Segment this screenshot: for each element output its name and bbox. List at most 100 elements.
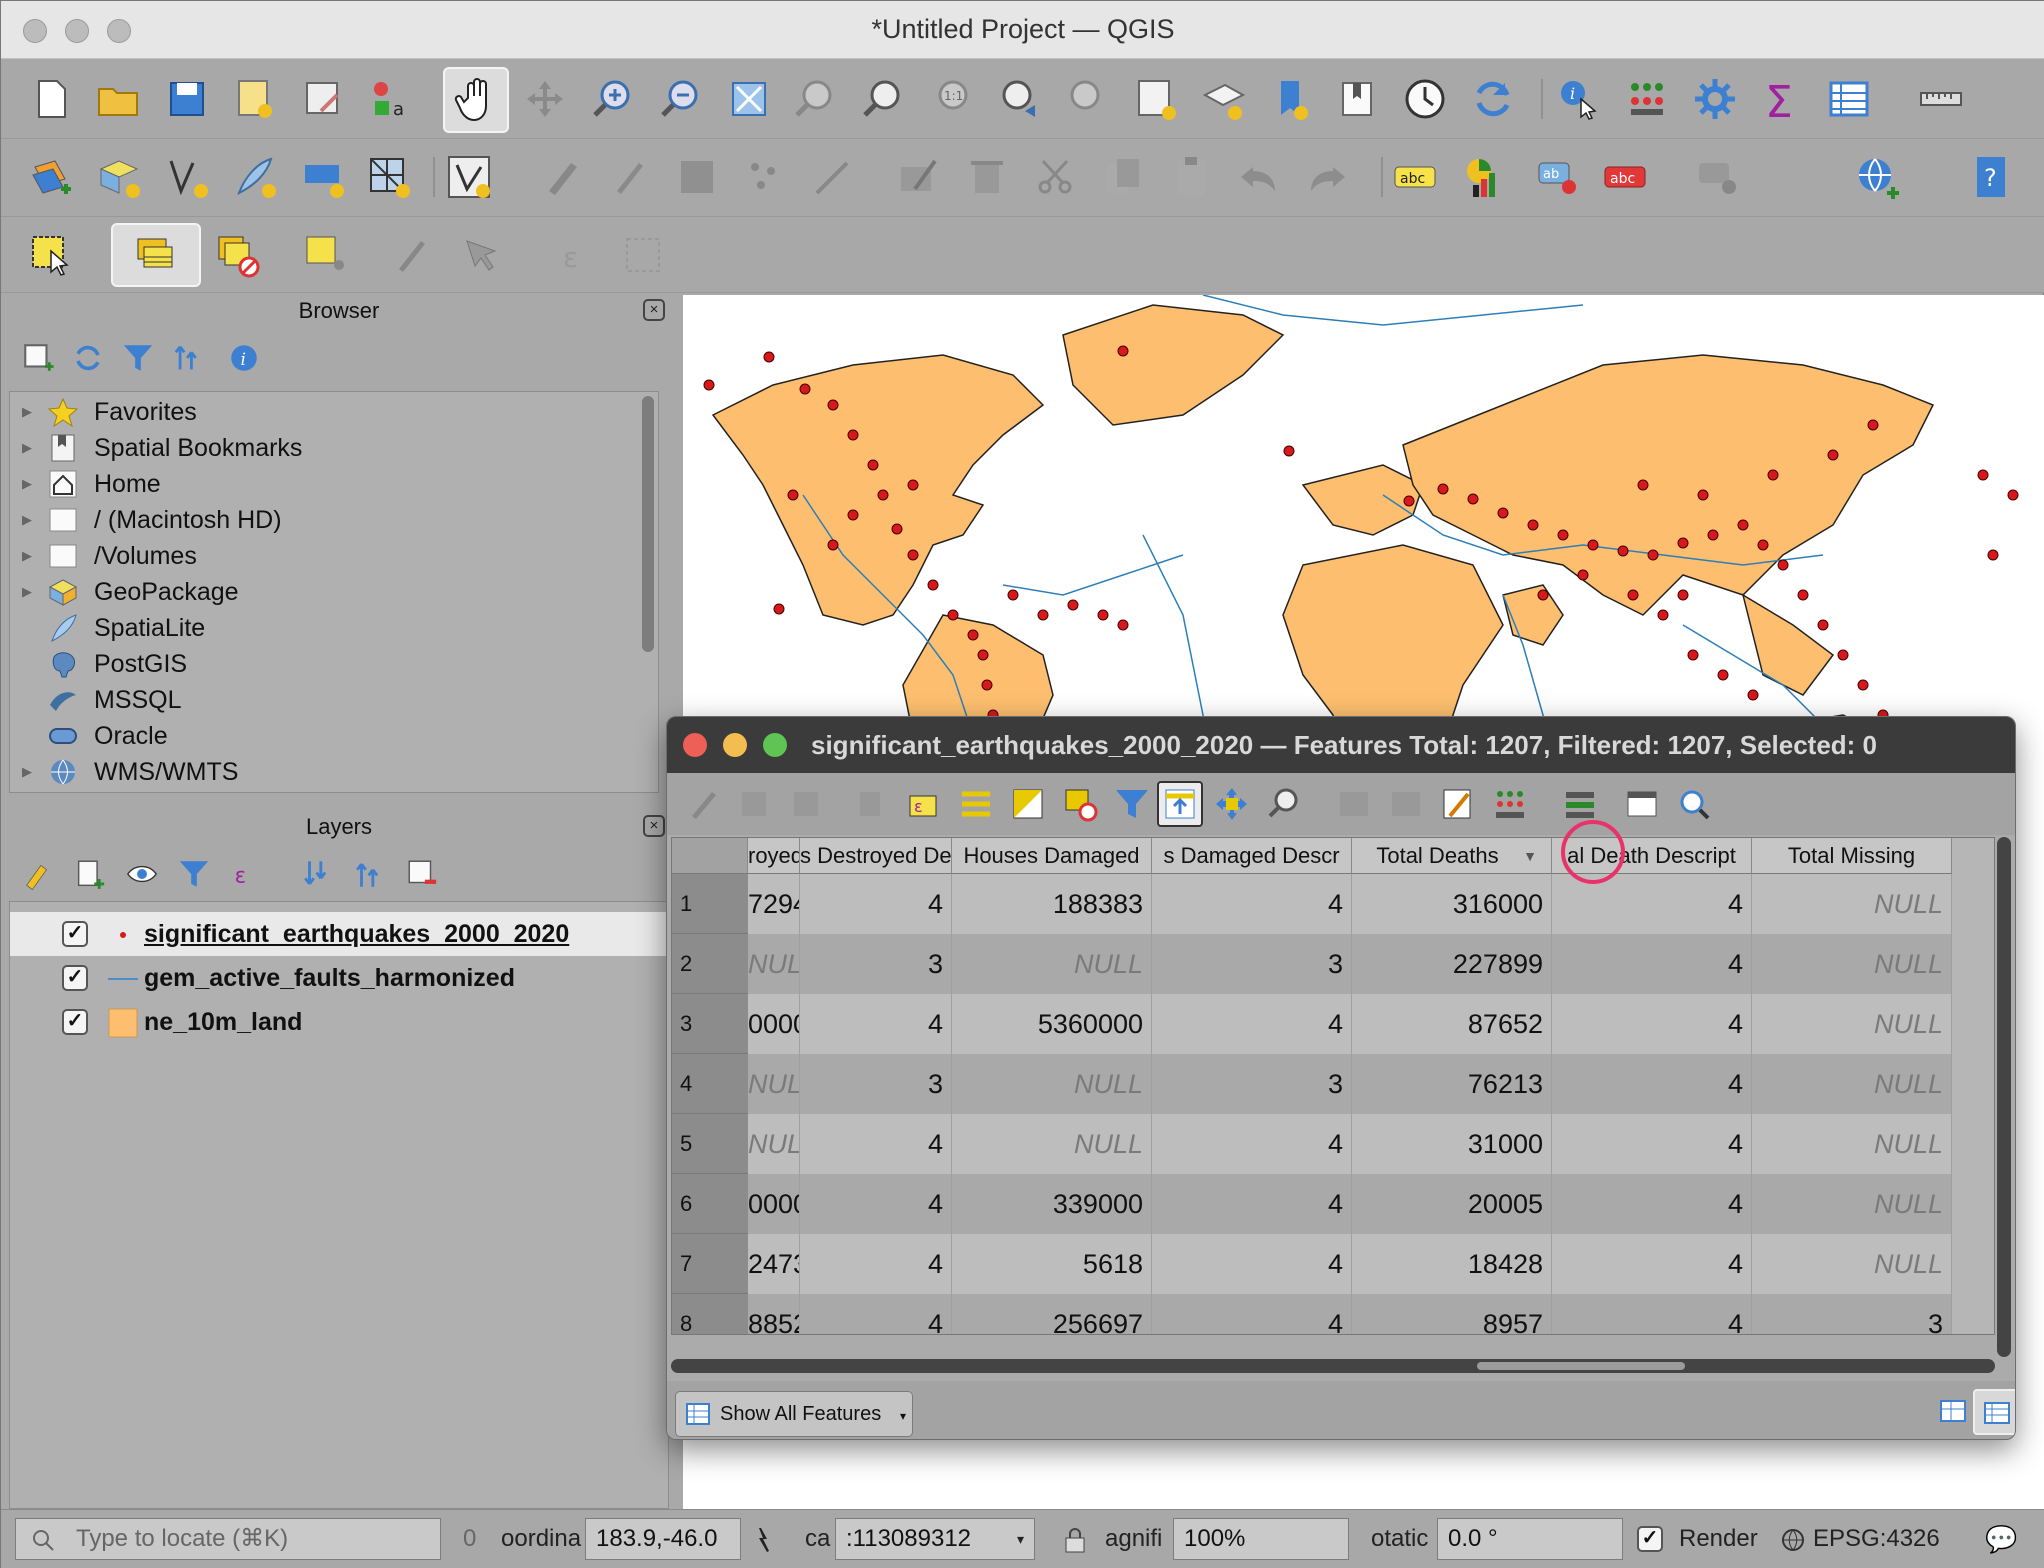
- table-cell[interactable]: 4: [800, 874, 952, 934]
- browser-panel-close-button[interactable]: ×: [643, 299, 665, 321]
- corner-header[interactable]: [672, 838, 748, 874]
- locator-search-input[interactable]: Type to locate (⌘K): [15, 1518, 441, 1560]
- row-number[interactable]: 2: [672, 934, 748, 994]
- expand-arrow-icon[interactable]: ▶: [22, 538, 32, 574]
- expand-arrow-icon[interactable]: ▶: [22, 502, 32, 538]
- digitize-tools-icon[interactable]: [805, 149, 861, 205]
- metasearch-globe-icon[interactable]: [1849, 149, 1905, 205]
- browser-item-postgis[interactable]: PostGIS: [10, 646, 650, 682]
- table-cell[interactable]: 8852: [748, 1294, 800, 1334]
- refresh-browser-icon[interactable]: [71, 341, 105, 375]
- temporal-controller-icon[interactable]: [1397, 71, 1453, 127]
- attribute-zoom-button[interactable]: [763, 733, 787, 757]
- zoom-last-icon[interactable]: [991, 71, 1047, 127]
- remove-layer-icon[interactable]: [405, 857, 439, 891]
- table-cell[interactable]: NULL: [748, 934, 800, 994]
- zoom-full-icon[interactable]: [721, 71, 777, 127]
- layer-row-significant-earthquakes[interactable]: ✓ significant_earthquakes_2000_2020: [10, 912, 666, 956]
- table-cell[interactable]: NULL: [1752, 1174, 1952, 1234]
- layer-visibility-checkbox[interactable]: ✓: [62, 1009, 88, 1035]
- table-cell[interactable]: 2473: [748, 1234, 800, 1294]
- add-point-feature-icon[interactable]: [737, 149, 793, 205]
- table-cell[interactable]: 4: [1552, 934, 1752, 994]
- add-selected-layers-icon[interactable]: [21, 341, 55, 375]
- layer-visibility-checkbox[interactable]: ✓: [62, 965, 88, 991]
- column-header[interactable]: s Damaged Descr: [1152, 838, 1352, 874]
- zoom-to-selection-icon[interactable]: [787, 71, 843, 127]
- browser-item-macintosh-hd[interactable]: ▶ / (Macintosh HD): [10, 502, 650, 538]
- column-header-total-deaths[interactable]: Total Deaths ▼: [1352, 838, 1552, 874]
- table-cell[interactable]: 76213: [1352, 1054, 1552, 1114]
- row-number[interactable]: 7: [672, 1234, 748, 1294]
- statistical-summary-icon[interactable]: Σ: [1753, 71, 1809, 127]
- table-cell[interactable]: 4: [1152, 1114, 1352, 1174]
- table-cell[interactable]: 4: [1152, 994, 1352, 1054]
- settings-gear-icon[interactable]: [1687, 71, 1743, 127]
- pan-to-selection-icon[interactable]: [517, 71, 573, 127]
- table-cell[interactable]: 4: [800, 1234, 952, 1294]
- measure-line-icon[interactable]: [1913, 71, 1969, 127]
- new-map-view-icon[interactable]: [1127, 71, 1183, 127]
- browser-item-spatialite[interactable]: SpatiaLite: [10, 610, 650, 646]
- browser-item-home[interactable]: ▶ Home: [10, 466, 650, 502]
- delete-selected-icon[interactable]: [959, 149, 1015, 205]
- search-zoom-icon[interactable]: [1671, 781, 1717, 827]
- table-cell[interactable]: 4: [1152, 874, 1352, 934]
- zoom-to-selected-icon[interactable]: [1261, 781, 1307, 827]
- table-cell[interactable]: 0000: [748, 994, 800, 1054]
- pan-map-icon[interactable]: [443, 67, 509, 133]
- filter-select-icon[interactable]: [1109, 781, 1155, 827]
- cut-features-icon[interactable]: [1027, 149, 1083, 205]
- invert-selection-icon[interactable]: [1005, 781, 1051, 827]
- new-print-layout-icon[interactable]: [227, 71, 283, 127]
- table-cell[interactable]: 4: [800, 994, 952, 1054]
- table-cell[interactable]: 7294: [748, 874, 800, 934]
- open-project-icon[interactable]: [91, 71, 147, 127]
- open-layer-styling-icon[interactable]: [21, 857, 55, 891]
- zoom-native-icon[interactable]: 1:1: [923, 71, 979, 127]
- table-cell[interactable]: 4: [1552, 1054, 1752, 1114]
- table-cell[interactable]: 4: [1552, 1114, 1752, 1174]
- table-cell[interactable]: 3: [1152, 1054, 1352, 1114]
- table-cell[interactable]: 4: [1152, 1174, 1352, 1234]
- table-cell[interactable]: 4: [800, 1294, 952, 1334]
- table-cell[interactable]: 4: [1552, 1294, 1752, 1334]
- row-number[interactable]: 3: [672, 994, 748, 1054]
- zoom-next-icon[interactable]: [1059, 71, 1115, 127]
- select-features-icon[interactable]: [23, 227, 79, 283]
- row-number[interactable]: 5: [672, 1114, 748, 1174]
- zoom-out-icon[interactable]: [653, 71, 709, 127]
- select-by-expression-icon[interactable]: ε: [901, 781, 947, 827]
- deselect-all-icon[interactable]: [1057, 781, 1103, 827]
- pan-to-selected-icon[interactable]: [1209, 781, 1255, 827]
- dock-attribute-table-icon[interactable]: [1619, 781, 1665, 827]
- save-project-icon[interactable]: [159, 71, 215, 127]
- refresh-icon[interactable]: [1465, 71, 1521, 127]
- attribute-table-actions-icon[interactable]: [1619, 71, 1675, 127]
- table-cell[interactable]: 3: [800, 934, 952, 994]
- expand-arrow-icon[interactable]: ▶: [22, 754, 32, 790]
- filter-legend-icon[interactable]: [177, 857, 211, 891]
- identify-features-icon[interactable]: i: [1551, 71, 1607, 127]
- column-header[interactable]: royed: [748, 838, 800, 874]
- field-calculator-icon[interactable]: [1435, 781, 1481, 827]
- toggle-multi-edit-icon[interactable]: [733, 781, 779, 827]
- layer-row-gem-active-faults[interactable]: ✓ gem_active_faults_harmonized: [10, 956, 666, 1000]
- form-view-icon[interactable]: [1939, 1397, 1967, 1425]
- add-group-icon[interactable]: [73, 857, 107, 891]
- table-cell[interactable]: 5618: [952, 1234, 1152, 1294]
- table-cell[interactable]: 5360000: [952, 994, 1152, 1054]
- table-cell[interactable]: 3: [1152, 934, 1352, 994]
- copy-features-icon[interactable]: [1095, 149, 1151, 205]
- new-3d-map-view-icon[interactable]: [1195, 71, 1251, 127]
- row-number[interactable]: 8: [672, 1294, 748, 1334]
- new-shapefile-layer-icon[interactable]: [159, 149, 215, 205]
- style-manager-icon[interactable]: a: [361, 71, 417, 127]
- table-cell[interactable]: 4: [1152, 1234, 1352, 1294]
- table-cell[interactable]: NULL: [1752, 1054, 1952, 1114]
- expand-arrow-icon[interactable]: ▶: [22, 466, 32, 502]
- paste-features-icon[interactable]: [1163, 149, 1219, 205]
- scale-dropdown-arrow-icon[interactable]: ▾: [1017, 1518, 1024, 1560]
- table-view-button[interactable]: [1973, 1389, 2015, 1435]
- data-source-manager-icon[interactable]: [23, 149, 79, 205]
